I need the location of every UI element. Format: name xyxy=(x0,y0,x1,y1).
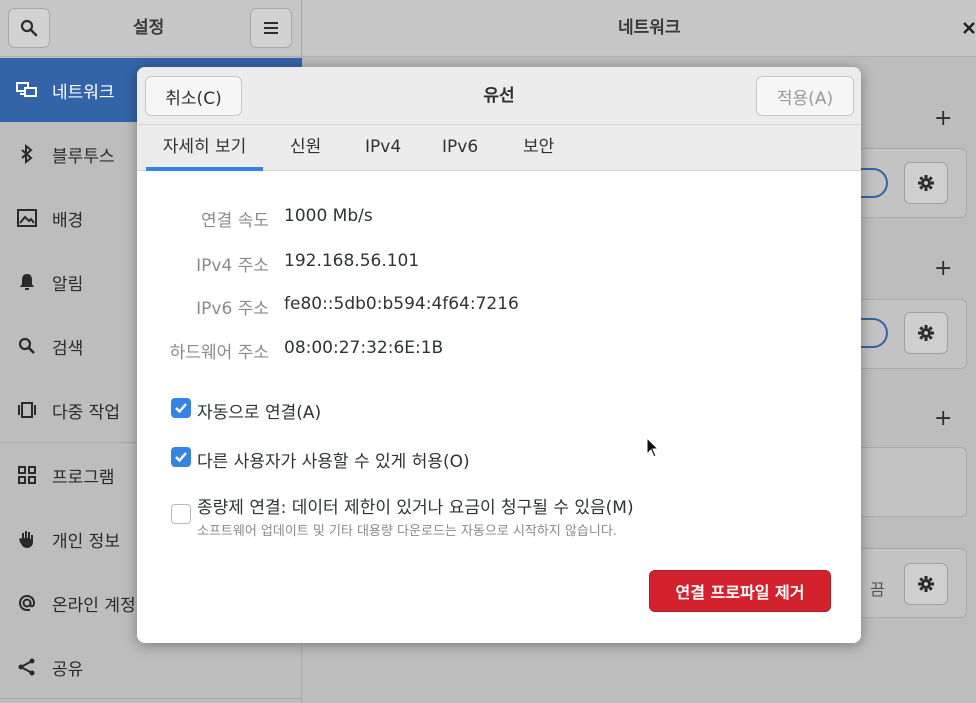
sidebar-item-label: 개인 정보 xyxy=(52,531,120,552)
multitasking-icon xyxy=(16,399,38,421)
checkmark-icon xyxy=(175,452,187,463)
settings-header: 설정 xyxy=(0,0,302,57)
hardware-address-label: 하드웨어 주소 xyxy=(169,343,269,363)
wired-settings-button[interactable] xyxy=(904,312,948,354)
dialog-tabs: 자세히 보기 신원 IPv4 IPv6 보안 xyxy=(137,125,861,171)
hamburger-icon xyxy=(264,22,278,34)
search-icon xyxy=(20,19,38,37)
ipv4-address-label: IPv4 주소 xyxy=(196,256,269,276)
sidebar-item-label: 블루투스 xyxy=(52,146,115,167)
sidebar-item-label: 다중 작업 xyxy=(52,402,120,423)
close-button[interactable] xyxy=(962,16,976,43)
settings-title: 설정 xyxy=(133,18,165,38)
gear-icon xyxy=(918,175,934,191)
panel-title: 네트워크 xyxy=(618,18,681,38)
ipv6-address-value: fe80::5db0:b594:4f64:7216 xyxy=(284,294,519,314)
auto-connect-label[interactable]: 자동으로 연결(A) xyxy=(197,398,321,423)
dialog-title: 유선 xyxy=(483,86,515,106)
toggle-switch[interactable] xyxy=(858,168,888,198)
search-icon xyxy=(16,335,38,357)
sidebar-item-label: 네트워크 xyxy=(52,82,115,103)
remove-profile-button[interactable]: 연결 프로파일 제거 xyxy=(649,570,831,612)
sidebar-item-label: 프로그램 xyxy=(52,467,115,488)
wired-settings-button[interactable] xyxy=(904,162,948,204)
bluetooth-icon xyxy=(16,143,38,165)
panel-header: 네트워크 xyxy=(302,0,976,57)
gear-icon xyxy=(918,325,934,341)
add-vpn-icon[interactable]: + xyxy=(934,406,954,431)
metered-connection-description: 소프트웨어 업데이트 및 기타 대용량 다운로드는 자동으로 시작하지 않습니다… xyxy=(197,524,617,539)
dialog-header: 유선 취소(C) 적용(A) xyxy=(137,67,861,125)
link-speed-label: 연결 속도 xyxy=(201,211,269,231)
metered-connection-label[interactable]: 종량제 연결: 데이터 제한이 있거나 요금이 청구될 수 있음(M) xyxy=(197,493,634,518)
apply-button[interactable]: 적용(A) xyxy=(756,76,854,116)
sidebar-item-label: 배경 xyxy=(52,210,84,231)
apps-icon xyxy=(16,464,38,486)
tab-details[interactable]: 자세히 보기 xyxy=(146,125,263,171)
checkmark-icon xyxy=(175,403,187,414)
hardware-address-value: 08:00:27:32:6E:1B xyxy=(284,338,444,358)
network-icon xyxy=(16,79,38,101)
sidebar-item-sharing[interactable]: 공유 xyxy=(0,635,302,699)
bell-icon xyxy=(16,271,38,293)
hand-icon xyxy=(16,528,38,550)
metered-connection-checkbox[interactable] xyxy=(171,504,191,524)
allow-other-users-label[interactable]: 다른 사용자가 사용할 수 있게 허용(O) xyxy=(197,447,470,472)
close-icon xyxy=(963,22,975,34)
sidebar-item-label: 온라인 계정 xyxy=(52,595,136,616)
ipv4-address-value: 192.168.56.101 xyxy=(284,251,420,271)
sidebar-item-label: 공유 xyxy=(52,659,84,680)
tab-security[interactable]: 보안 xyxy=(523,125,554,171)
tab-ipv4[interactable]: IPv4 xyxy=(365,125,401,171)
allow-other-users-checkbox[interactable] xyxy=(171,447,191,467)
gear-icon xyxy=(918,576,934,592)
background-icon xyxy=(16,207,38,229)
vpn-empty-card xyxy=(861,447,967,517)
tab-ipv6[interactable]: IPv6 xyxy=(442,125,478,171)
proxy-settings-button[interactable] xyxy=(904,563,948,605)
link-speed-value: 1000 Mb/s xyxy=(284,206,373,226)
sidebar-divider xyxy=(0,698,302,699)
proxy-status: 끔 xyxy=(870,580,885,599)
add-connection-icon[interactable]: + xyxy=(934,106,954,131)
share-icon xyxy=(16,656,38,678)
sidebar-item-label: 검색 xyxy=(52,338,84,359)
wired-connection-dialog: 유선 취소(C) 적용(A) 자세히 보기 신원 IPv4 IPv6 보안 연결… xyxy=(137,67,861,643)
add-connection-icon[interactable]: + xyxy=(934,256,954,281)
cancel-button[interactable]: 취소(C) xyxy=(145,76,242,116)
toggle-switch[interactable] xyxy=(858,318,888,348)
at-icon xyxy=(16,592,38,614)
ipv6-address-label: IPv6 주소 xyxy=(196,299,269,319)
menu-button[interactable] xyxy=(250,8,292,48)
tab-identity[interactable]: 신원 xyxy=(290,125,321,171)
sidebar-item-label: 알림 xyxy=(52,274,84,295)
search-button[interactable] xyxy=(8,8,50,48)
auto-connect-checkbox[interactable] xyxy=(171,398,191,418)
mouse-cursor-icon xyxy=(646,437,660,458)
